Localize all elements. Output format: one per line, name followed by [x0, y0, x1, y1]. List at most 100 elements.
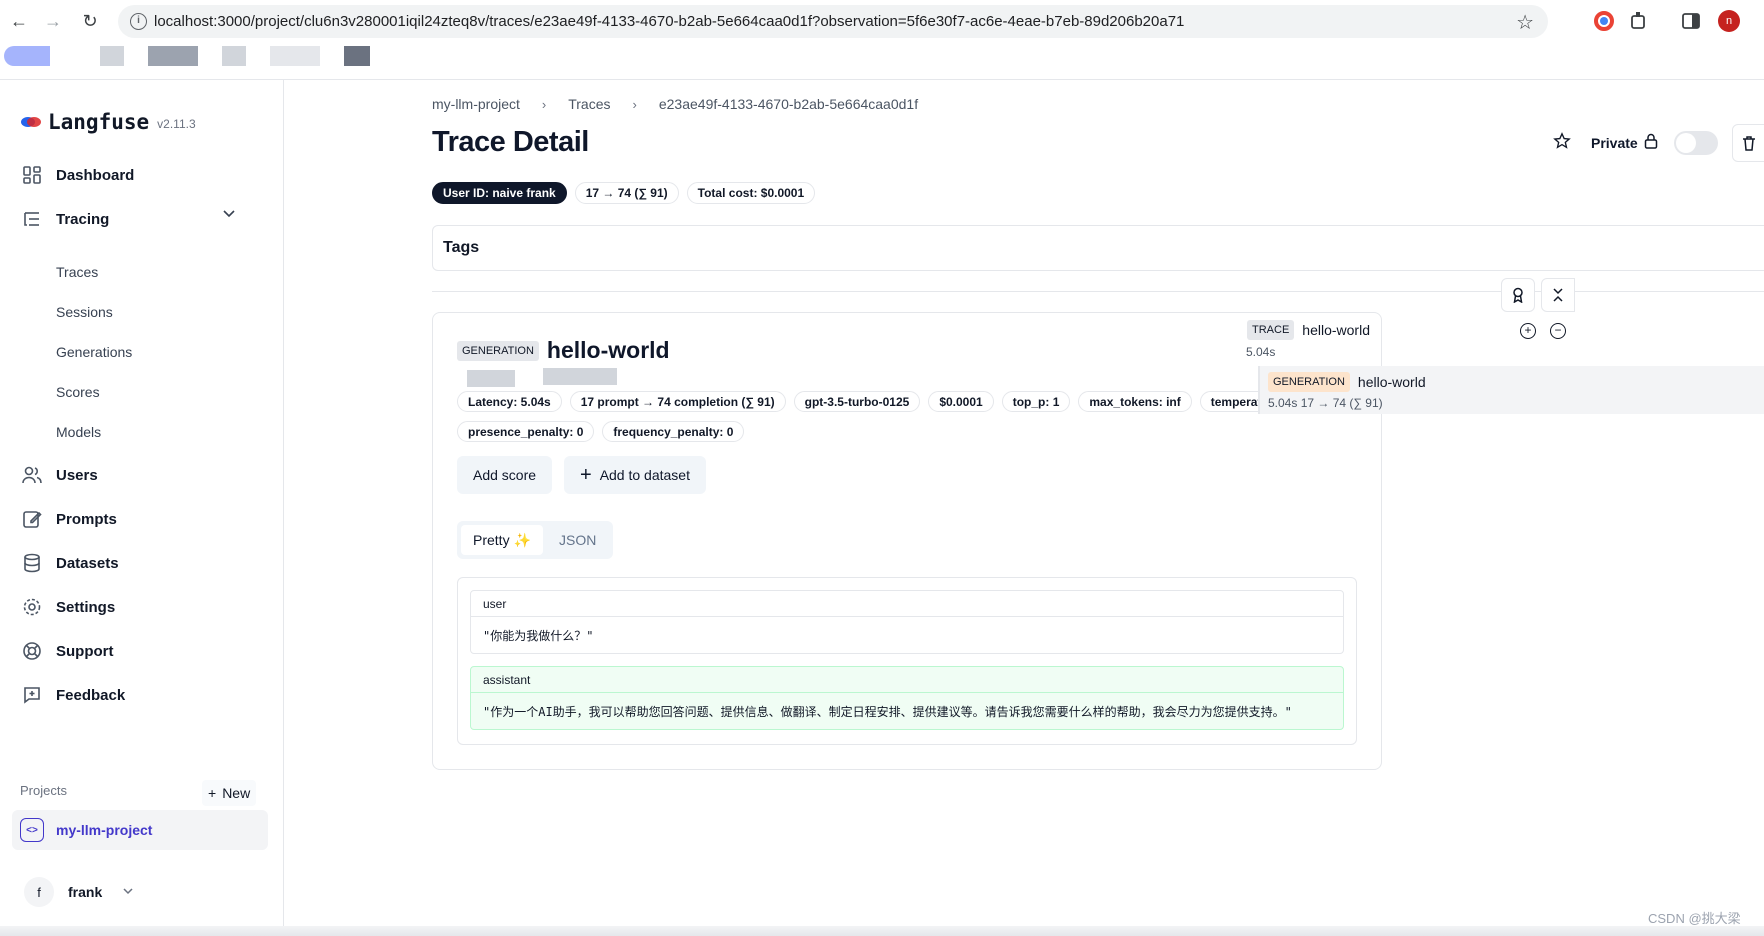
sidebar-sub-generations[interactable]: Generations: [56, 344, 132, 360]
project-item[interactable]: <> my-llm-project: [12, 810, 268, 850]
collapse-tree-button[interactable]: [1541, 278, 1575, 312]
generation-meta-row: presence_penalty: 0 frequency_penalty: 0: [457, 421, 745, 442]
message-assistant: assistant "作为一个AI助手，我可以帮助您回答问题、提供信息、做翻译、…: [470, 666, 1344, 730]
breadcrumb: my-llm-project › Traces › e23ae49f-4133-…: [432, 96, 918, 112]
logo-text: Langfuse: [48, 110, 150, 134]
url-text[interactable]: localhost:3000/project/clu6n3v280001iqil…: [154, 13, 1184, 30]
sidebar-sub-traces[interactable]: Traces: [56, 264, 98, 280]
add-score-label: Add score: [473, 467, 537, 483]
bookmark-item[interactable]: [344, 46, 370, 66]
sidebar-item-tracing[interactable]: Tracing: [20, 207, 264, 231]
forward-icon[interactable]: →: [42, 10, 64, 32]
meta-badge: presence_penalty: 0: [457, 421, 595, 442]
sidebar-item-settings[interactable]: Settings: [20, 595, 115, 619]
plus-icon: +: [580, 463, 592, 486]
tags-box[interactable]: Tags: [432, 225, 1764, 271]
tags-label: Tags: [443, 239, 480, 256]
bookmarks-bar: [0, 42, 480, 70]
sidebar-item-users[interactable]: Users: [20, 463, 98, 487]
sidebar-item-label: Datasets: [56, 554, 119, 572]
address-bar[interactable]: i localhost:3000/project/clu6n3v280001iq…: [118, 5, 1548, 38]
reload-icon[interactable]: ↻: [79, 10, 101, 32]
new-project-button[interactable]: + New: [202, 780, 257, 806]
trace-latency: 5.04s: [1246, 345, 1276, 359]
bookmark-item[interactable]: [270, 46, 320, 66]
sidebar-item-label: Prompts: [56, 510, 117, 528]
plus-icon: +: [208, 785, 217, 801]
chevron-down-icon: [122, 884, 134, 900]
breadcrumb-trace-id[interactable]: e23ae49f-4133-4670-b2ab-5e664caa0d1f: [659, 96, 918, 112]
bookmark-item[interactable]: [148, 46, 198, 66]
add-score-button[interactable]: Add score: [457, 456, 553, 494]
generation-type-chip: GENERATION: [1268, 372, 1350, 392]
collapse-minus-icon[interactable]: −: [1550, 323, 1566, 339]
prompts-icon: [20, 507, 44, 531]
site-info-icon[interactable]: i: [130, 13, 147, 30]
sidebar: Langfuse v2.11.3 Dashboard Tracing Trace…: [0, 80, 284, 936]
back-icon[interactable]: ←: [8, 10, 30, 32]
dashboard-icon: [20, 163, 44, 187]
meta-badge: frequency_penalty: 0: [602, 421, 745, 442]
add-to-dataset-button[interactable]: + Add to dataset: [564, 456, 706, 494]
extensions-puzzle-icon[interactable]: [1628, 10, 1650, 32]
bookmark-item[interactable]: [100, 46, 124, 66]
sidebar-item-label: Tracing: [56, 210, 110, 228]
private-toggle[interactable]: [1673, 131, 1718, 155]
bookmark-item[interactable]: [4, 46, 50, 66]
messages-panel: user "你能为我做什么？" assistant "作为一个AI助手，我可以帮…: [457, 577, 1357, 745]
trash-icon: [1742, 136, 1755, 151]
sidebar-sub-sessions[interactable]: Sessions: [56, 304, 113, 320]
score-ribbon-button[interactable]: [1501, 278, 1535, 312]
user-name: frank: [68, 884, 103, 900]
user-menu[interactable]: f frank: [24, 877, 134, 907]
avatar: f: [24, 877, 54, 907]
side-panel-icon[interactable]: [1680, 10, 1702, 32]
bookmark-star-icon[interactable]: ☆: [1516, 10, 1534, 35]
generation-type-chip: GENERATION: [457, 340, 539, 361]
tree-trace-node[interactable]: TRACE hello-world: [1247, 320, 1370, 340]
chevron-right-icon: ›: [632, 96, 637, 112]
page-title: Trace Detail: [432, 126, 589, 158]
main-content: my-llm-project › Traces › e23ae49f-4133-…: [285, 80, 1764, 936]
header-actions: Private: [1553, 124, 1764, 162]
langfuse-logo-icon: [20, 115, 42, 129]
generation-header: GENERATION hello-world: [457, 337, 670, 364]
user-id-badge: User ID: naive frank: [432, 182, 567, 204]
tab-json[interactable]: JSON: [547, 525, 608, 555]
sidebar-item-prompts[interactable]: Prompts: [20, 507, 117, 531]
breadcrumb-traces[interactable]: Traces: [568, 96, 610, 112]
message-content: "作为一个AI助手，我可以帮助您回答问题、提供信息、做翻译、制定日程安排、提供建…: [483, 704, 1292, 719]
chevron-down-icon[interactable]: [222, 207, 236, 224]
sidebar-item-dashboard[interactable]: Dashboard: [20, 163, 134, 187]
sidebar-item-feedback[interactable]: Feedback: [20, 683, 125, 707]
trace-type-chip: TRACE: [1247, 320, 1295, 340]
watermark: CSDN @挑大梁: [1648, 911, 1741, 926]
logo[interactable]: Langfuse v2.11.3: [20, 110, 196, 134]
projects-label: Projects: [20, 783, 67, 798]
breadcrumb-project[interactable]: my-llm-project: [432, 96, 520, 112]
tree-generation-node[interactable]: GENERATION hello-world 5.04s 17 → 74 (∑ …: [1258, 366, 1764, 414]
tab-pretty[interactable]: Pretty ✨: [461, 525, 543, 555]
sidebar-item-datasets[interactable]: Datasets: [20, 551, 119, 575]
redacted-block: [467, 370, 515, 387]
message-role: assistant: [471, 667, 1343, 693]
chrome-extension-icon[interactable]: [1593, 10, 1615, 32]
bookmark-item[interactable]: [222, 46, 246, 66]
meta-badge: Latency: 5.04s: [457, 391, 562, 412]
generation-name: hello-world: [1357, 374, 1426, 390]
meta-badge: $0.0001: [928, 391, 994, 412]
cost-badge: Total cost: $0.0001: [686, 182, 816, 204]
expand-plus-icon[interactable]: +: [1520, 323, 1536, 339]
delete-button[interactable]: [1731, 124, 1764, 162]
trace-name: hello-world: [1302, 322, 1370, 338]
star-icon[interactable]: [1553, 131, 1571, 155]
sidebar-item-support[interactable]: Support: [20, 639, 114, 663]
sidebar-sub-models[interactable]: Models: [56, 424, 101, 440]
new-label: New: [222, 785, 251, 801]
datasets-icon: [20, 551, 44, 575]
profile-avatar[interactable]: n: [1718, 10, 1740, 32]
sidebar-sub-scores[interactable]: Scores: [56, 384, 100, 400]
message-role: user: [471, 591, 1343, 617]
generation-meta: 5.04s 17 → 74 (∑ 91): [1268, 396, 1383, 410]
view-toggle: Pretty ✨ JSON: [457, 521, 613, 559]
